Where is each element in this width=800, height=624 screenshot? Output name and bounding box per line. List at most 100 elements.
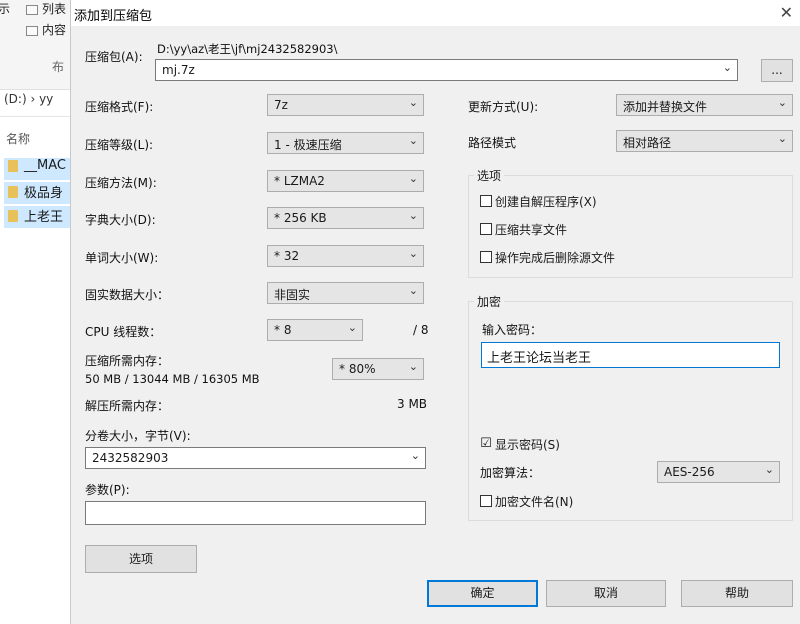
content-view-button[interactable]: 内容: [26, 21, 66, 38]
solid-select[interactable]: 非固实 ⌄: [267, 282, 424, 304]
archive-path: D:\yy\az\老王\jf\mj2432582903\: [157, 42, 338, 56]
cpu-label: CPU 线程数：: [85, 325, 162, 339]
params-input[interactable]: [85, 501, 426, 525]
archive-name-combo[interactable]: mj.7z ⌄: [155, 59, 738, 81]
content-icon: [26, 25, 38, 36]
show-password-label: 显示密码(S): [495, 438, 560, 452]
options-button[interactable]: 选项: [85, 545, 197, 573]
chevron-down-icon: ⌄: [408, 360, 418, 373]
encryption-group-title: 加密: [474, 293, 505, 310]
encrypt-names-label: 加密文件名(N): [495, 495, 574, 509]
checkbox-checked-icon: ☑: [480, 435, 492, 451]
list-item-label: 极品身: [24, 186, 64, 201]
layout-group-label: 布: [52, 60, 65, 74]
mem-percent-value: * 80%: [339, 362, 376, 376]
chevron-down-icon: ⌄: [408, 247, 418, 260]
cpu-select[interactable]: * 8 ⌄: [267, 319, 363, 341]
list-view-label: 列表: [42, 2, 67, 16]
encryption-method-select[interactable]: AES-256 ⌄: [657, 461, 780, 483]
ok-button[interactable]: 确定: [427, 580, 538, 607]
dict-label: 字典大小(D):: [85, 213, 156, 227]
checkbox-icon: [480, 494, 492, 507]
password-label: 输入密码：: [482, 323, 543, 337]
word-label: 单词大小(W):: [85, 251, 159, 265]
chevron-down-icon: ⌄: [408, 172, 418, 185]
chevron-down-icon: ⌄: [777, 96, 787, 109]
checkbox-icon: [480, 222, 492, 235]
browse-button[interactable]: ...: [761, 59, 793, 82]
update-mode-label: 更新方式(U):: [468, 100, 539, 114]
list-item[interactable]: 上老王: [4, 206, 70, 228]
level-select[interactable]: 1 - 极速压缩 ⌄: [267, 132, 424, 154]
archive-label: 压缩包(A):: [85, 50, 143, 64]
explorer-ribbon: 示 列表 内容 布: [0, 0, 70, 90]
level-label: 压缩等级(L):: [85, 138, 154, 152]
chevron-down-icon: ⌄: [347, 321, 357, 334]
content-view-label: 内容: [42, 23, 67, 37]
chevron-down-icon: ⌄: [408, 96, 418, 109]
dict-value: * 256 KB: [274, 211, 327, 225]
split-size-combo[interactable]: 2432582903 ⌄: [85, 447, 426, 469]
checkbox-icon: [480, 250, 492, 263]
update-mode-select[interactable]: 添加并替换文件 ⌄: [616, 94, 793, 116]
delete-after-checkbox[interactable]: 操作完成后删除源文件: [480, 249, 615, 267]
ribbon-item-1[interactable]: 示: [0, 0, 10, 17]
options-group-title: 选项: [474, 167, 505, 184]
password-input[interactable]: 上老王论坛当老王: [481, 342, 780, 368]
close-icon[interactable]: ✕: [780, 3, 793, 22]
list-item-label: __MAC: [24, 158, 66, 173]
title-bar[interactable]: 添加到压缩包 ✕: [71, 0, 800, 26]
list-item[interactable]: 极品身: [4, 182, 70, 204]
show-password-checkbox[interactable]: ☑ 显示密码(S): [480, 436, 560, 454]
address-bar[interactable]: (D:) › yy: [0, 90, 70, 112]
split-size-value: 2432582903: [92, 451, 169, 465]
list-view-button[interactable]: 列表: [26, 0, 66, 17]
chevron-down-icon: ⌄: [408, 134, 418, 147]
delete-after-label: 操作完成后删除源文件: [495, 251, 616, 265]
encryption-method-label: 加密算法：: [480, 466, 541, 480]
column-header-name[interactable]: 名称: [6, 130, 30, 147]
divider: [0, 116, 70, 117]
format-value: 7z: [274, 98, 288, 112]
list-icon: [26, 4, 38, 15]
path-mode-value: 相对路径: [623, 136, 672, 150]
method-label: 压缩方法(M):: [85, 176, 157, 190]
format-select[interactable]: 7z ⌄: [267, 94, 424, 116]
cpu-total: / 8: [413, 323, 429, 337]
encryption-method-value: AES-256: [664, 465, 715, 479]
word-value: * 32: [274, 249, 300, 263]
path-mode-label: 路径模式: [468, 136, 517, 150]
compress-shared-label: 压缩共享文件: [495, 223, 568, 237]
cancel-button[interactable]: 取消: [546, 580, 666, 607]
folder-icon: [8, 159, 18, 172]
chevron-down-icon: ⌄: [408, 209, 418, 222]
word-select[interactable]: * 32 ⌄: [267, 245, 424, 267]
create-sfx-label: 创建自解压程序(X): [495, 195, 597, 209]
params-label: 参数(P):: [85, 483, 130, 497]
folder-icon: [8, 185, 18, 198]
mem-comp-values: 50 MB / 13044 MB / 16305 MB: [85, 372, 260, 386]
mem-decomp-value: 3 MB: [397, 397, 428, 411]
method-select[interactable]: * LZMA2 ⌄: [267, 170, 424, 192]
path-mode-select[interactable]: 相对路径 ⌄: [616, 130, 793, 152]
folder-icon: [8, 209, 18, 222]
format-label: 压缩格式(F):: [85, 100, 154, 114]
chevron-down-icon: ⌄: [410, 449, 420, 462]
help-button[interactable]: 帮助: [681, 580, 793, 607]
list-item[interactable]: __MAC: [4, 158, 70, 180]
dict-select[interactable]: * 256 KB ⌄: [267, 207, 424, 229]
checkbox-icon: [480, 194, 492, 207]
chevron-down-icon: ⌄: [722, 61, 732, 74]
method-value: * LZMA2: [274, 174, 325, 188]
chevron-down-icon: ⌄: [764, 463, 774, 476]
compress-shared-checkbox[interactable]: 压缩共享文件: [480, 221, 567, 239]
mem-comp-label: 压缩所需内存：: [85, 354, 170, 368]
encrypt-names-checkbox[interactable]: 加密文件名(N): [480, 493, 573, 511]
chevron-down-icon: ⌄: [777, 132, 787, 145]
create-sfx-checkbox[interactable]: 创建自解压程序(X): [480, 193, 597, 211]
mem-percent-select[interactable]: * 80% ⌄: [332, 358, 424, 380]
dialog-title: 添加到压缩包: [74, 9, 153, 24]
chevron-down-icon: ⌄: [408, 284, 418, 297]
update-mode-value: 添加并替换文件: [623, 100, 708, 114]
archive-name-value: mj.7z: [162, 63, 195, 77]
